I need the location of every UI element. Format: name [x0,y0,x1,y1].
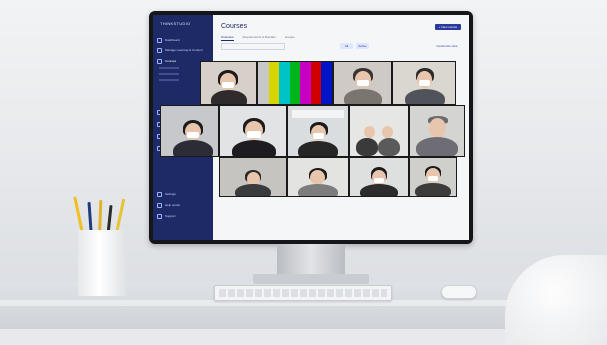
sidebar-item-help[interactable]: Help center [157,202,180,208]
tab-overview[interactable]: Overview [221,35,234,41]
filter-chip-all[interactable]: All [340,43,353,49]
page-title: Courses [221,23,248,30]
video-tile [409,157,457,197]
sidebar-item-learning[interactable]: Manage Learning & Content [157,47,203,53]
video-tile [409,105,465,157]
pencil-cup [78,230,126,296]
dashboard-icon [157,37,162,43]
face-mask [222,82,234,88]
customize-view-link[interactable]: Customize view [433,43,461,49]
video-tile [392,61,456,105]
color-bars [258,62,332,104]
video-tile [219,105,287,157]
tab-groups[interactable]: Groups [285,35,295,41]
video-tile [349,157,409,197]
book-icon [157,47,162,53]
video-tile [287,105,349,157]
mouse [441,285,477,299]
sidebar-item-dashboard[interactable]: Dashboard [157,37,180,43]
video-tile [160,105,219,157]
video-tile [200,61,257,105]
keyboard-keys [219,289,387,297]
chat-icon [157,213,162,219]
search-input[interactable] [221,43,285,50]
sidebar-item-support[interactable]: Support [157,213,176,219]
monitor-stand-neck [277,244,345,276]
video-tile [219,157,287,197]
tab-requirements[interactable]: Requirements & Bundles [243,35,276,41]
tab-bar: Overview Requirements & Bundles Groups [221,35,295,41]
person-body [211,90,247,104]
help-icon [157,202,162,208]
video-tile-color-bars [257,61,333,105]
brand-name: THINKSTUDIO [160,21,191,26]
video-grid [160,61,465,197]
video-tile [349,105,409,157]
monitor-stand-foot [253,274,369,284]
keyboard [214,285,392,301]
video-tile [333,61,392,105]
video-tile [287,157,349,197]
filter-chip-active[interactable]: Active [356,43,369,49]
add-course-button[interactable]: + New course [435,24,461,30]
